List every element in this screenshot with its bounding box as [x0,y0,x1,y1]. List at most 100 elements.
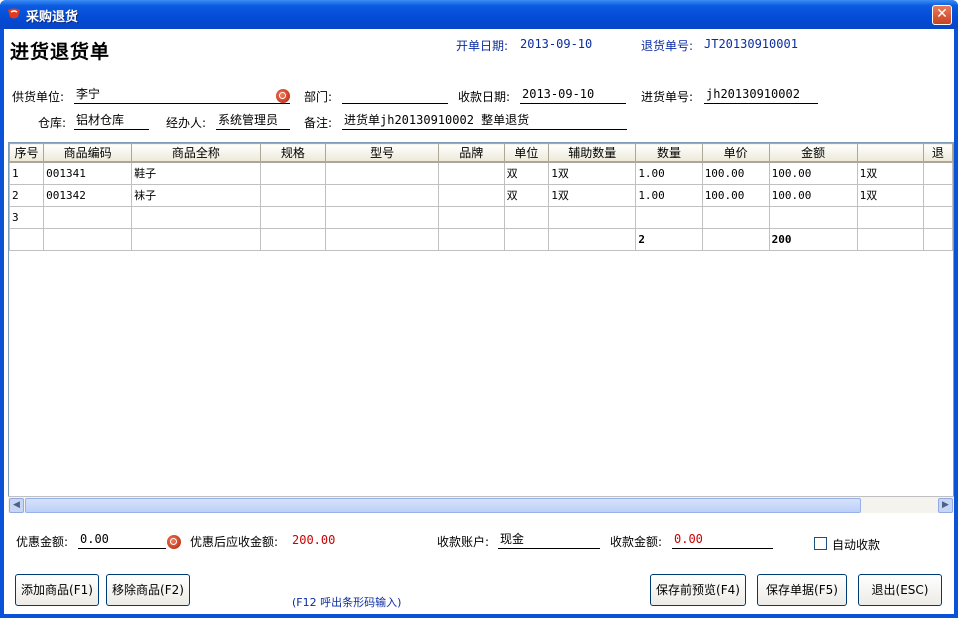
table-cell[interactable]: 001342 [43,183,133,207]
product-grid[interactable]: 序号 商品编码 商品全称 规格 型号 品牌 单位 辅助数量 数量 单价 金额 退 [8,142,954,512]
auto-receive-label: 自动收款 [832,538,881,552]
table-cell[interactable] [259,161,327,185]
col-header[interactable]: 规格 [259,143,327,163]
save-button[interactable]: 保存单据(F5) [757,574,847,606]
table-cell[interactable] [548,205,637,229]
remove-product-button[interactable]: 移除商品(F2) [106,574,190,606]
table-cell[interactable] [922,183,953,207]
table-cell[interactable] [325,183,439,207]
auto-receive-checkbox[interactable] [814,537,827,550]
receive-date-field[interactable]: 2013-09-10 [520,86,626,104]
col-header[interactable]: 商品全称 [131,143,261,163]
table-cell[interactable]: 双 [503,183,550,207]
add-product-button[interactable]: 添加商品(F1) [15,574,99,606]
table-cell[interactable]: 1双 [856,161,924,185]
table-cell[interactable] [43,227,133,251]
table-cell[interactable]: 1双 [856,183,924,207]
table-cell[interactable]: 2 [9,183,45,207]
table-cell[interactable] [701,205,770,229]
col-header[interactable]: 数量 [635,143,703,163]
table-cell[interactable] [503,227,550,251]
table-cell[interactable]: 2 [635,227,703,251]
table-cell[interactable]: 双 [503,161,550,185]
table-cell[interactable] [548,227,637,251]
col-header[interactable]: 型号 [325,143,439,163]
table-cell[interactable]: 100.00 [768,183,858,207]
col-header[interactable]: 单价 [701,143,770,163]
table-cell[interactable] [131,205,261,229]
scroll-left-button[interactable]: ◀ [9,498,24,513]
table-cell[interactable]: 100.00 [701,183,770,207]
table-cell[interactable] [922,161,953,185]
table-row[interactable]: 3 [9,205,953,229]
table-cell[interactable] [9,227,45,251]
table-cell[interactable]: 鞋子 [131,161,261,185]
table-cell[interactable] [635,205,703,229]
table-cell[interactable]: 001341 [43,161,133,185]
table-cell[interactable]: 1.00 [635,183,703,207]
purchase-no-field[interactable]: jh20130910002 [704,86,818,104]
supplier-field[interactable]: 李宁 [74,86,290,104]
discount-field[interactable]: 0.00 [78,531,166,549]
table-cell[interactable]: 3 [9,205,45,229]
note-field[interactable]: 进货单jh20130910002 整单退货 [342,112,627,130]
table-cell[interactable] [437,227,505,251]
table-cell[interactable]: 1 [9,161,45,185]
table-cell[interactable] [922,227,953,251]
warehouse-field[interactable]: 铝材仓库 [74,112,149,130]
table-cell[interactable] [437,205,505,229]
table-cell[interactable] [131,227,261,251]
table-cell[interactable] [437,161,505,185]
col-header[interactable] [856,143,924,163]
table-cell[interactable] [43,205,133,229]
save-preview-button[interactable]: 保存前预览(F4) [650,574,746,606]
scrollbar-thumb[interactable] [25,498,861,513]
table-cell[interactable]: 1.00 [635,161,703,185]
table-cell[interactable] [701,227,770,251]
table-cell[interactable] [768,205,858,229]
table-cell[interactable]: 100.00 [701,161,770,185]
col-header[interactable]: 商品编码 [43,143,133,163]
table-cell[interactable] [259,227,327,251]
table-cell[interactable] [503,205,550,229]
product-table: 序号 商品编码 商品全称 规格 型号 品牌 单位 辅助数量 数量 单价 金额 退 [9,143,953,251]
col-header[interactable]: 金额 [768,143,858,163]
col-header[interactable]: 品牌 [437,143,505,163]
exit-button[interactable]: 退出(ESC) [858,574,942,606]
table-cell[interactable] [856,205,924,229]
table-cell[interactable]: 袜子 [131,183,261,207]
table-cell[interactable] [259,183,327,207]
table-cell[interactable] [259,205,327,229]
dept-label: 部门: [304,90,333,104]
handler-field[interactable]: 系统管理员 [216,112,290,130]
horizontal-scrollbar[interactable]: ◀ ▶ [8,496,954,513]
col-header[interactable]: 退 [922,143,953,163]
table-cell[interactable]: 200 [768,227,858,251]
scroll-right-button[interactable]: ▶ [938,498,953,513]
open-date-label: 开单日期: [456,39,509,53]
page-title: 进货退货单 [10,41,111,63]
table-cell[interactable] [437,183,505,207]
table-cell[interactable] [922,205,953,229]
table-cell[interactable]: 1双 [548,183,637,207]
supplier-search-icon[interactable] [276,89,290,103]
table-cell[interactable] [856,227,924,251]
dept-field[interactable] [342,86,448,104]
table-cell[interactable]: 1双 [548,161,637,185]
close-button[interactable]: ✕ [932,5,952,25]
table-row[interactable]: 2 001342 袜子双 1双 1.00 100.00 100.00 1双 [9,183,953,207]
table-cell[interactable] [325,227,439,251]
col-header[interactable]: 单位 [503,143,550,163]
discount-search-icon[interactable] [167,535,181,549]
col-header[interactable]: 序号 [9,143,45,163]
table-cell[interactable] [325,161,439,185]
table-cell[interactable] [325,205,439,229]
title-bar[interactable]: 采购退货 ✕ [0,0,958,29]
table-cell[interactable]: 100.00 [768,161,858,185]
col-header[interactable]: 辅助数量 [548,143,637,163]
total-row[interactable]: 2 200 [9,227,953,251]
account-field[interactable]: 现金 [498,531,600,549]
close-icon: ✕ [936,6,948,22]
receive-amount-field[interactable]: 0.00 [672,531,773,549]
table-row[interactable]: 1 001341 鞋子双 1双 1.00 100.00 100.00 1双 [9,161,953,185]
